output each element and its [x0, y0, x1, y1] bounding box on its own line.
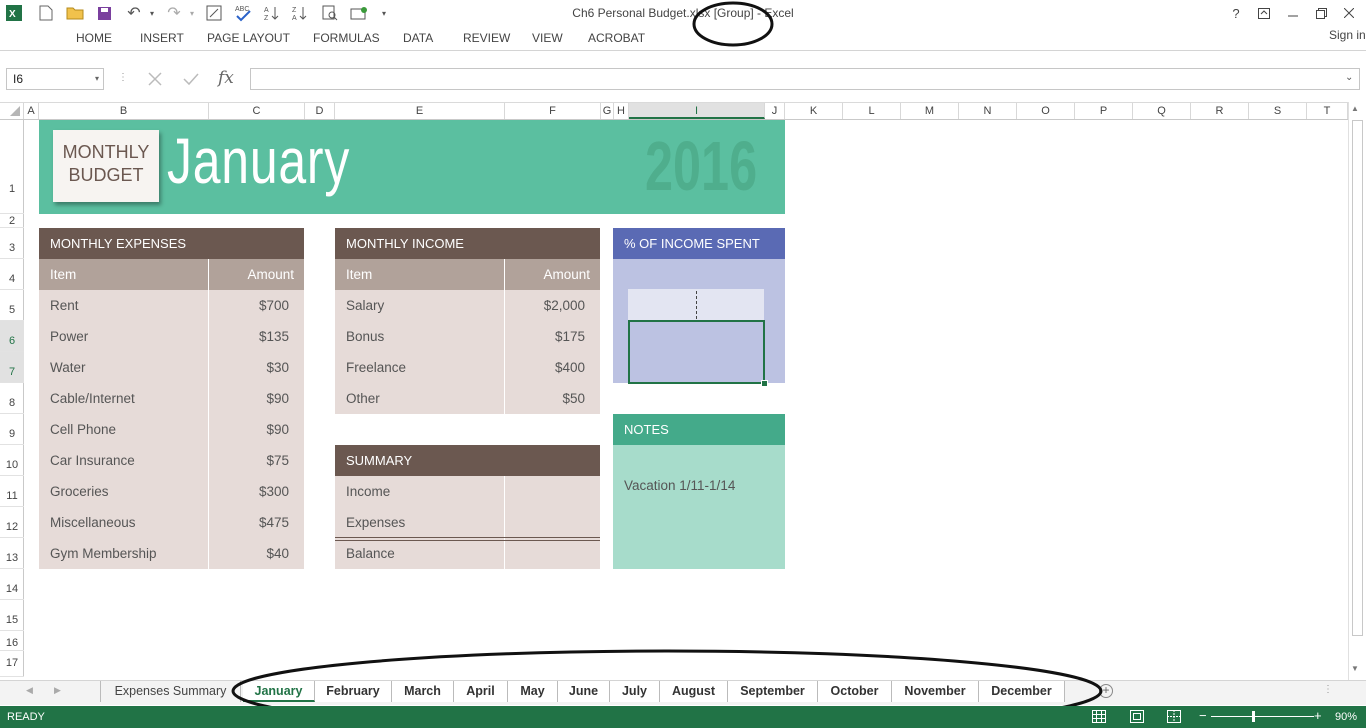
status-mode: READY: [7, 711, 45, 723]
annotation-overlay: [231, 1, 1103, 728]
status-bar: READY − + 90%: [0, 706, 1366, 728]
page-layout-view-icon[interactable]: [1130, 710, 1144, 726]
page-break-view-icon[interactable]: [1167, 710, 1181, 726]
annotation-ellipse-title: [692, 1, 774, 47]
normal-view-icon[interactable]: [1092, 710, 1106, 726]
zoom-slider-track[interactable]: [1211, 716, 1314, 717]
zoom-out-icon[interactable]: −: [1199, 708, 1207, 723]
zoom-in-icon[interactable]: +: [1314, 708, 1322, 723]
zoom-slider-thumb[interactable]: [1252, 711, 1255, 722]
zoom-level[interactable]: 90%: [1335, 711, 1357, 723]
